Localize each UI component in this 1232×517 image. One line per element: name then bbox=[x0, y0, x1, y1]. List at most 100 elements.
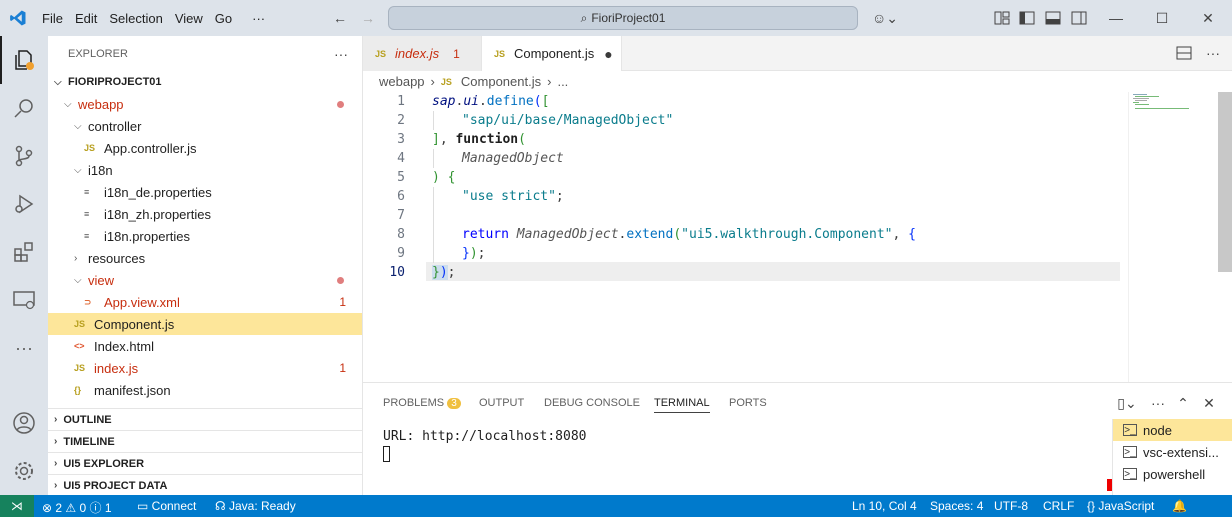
tree-folder[interactable]: ⌵ view bbox=[48, 269, 362, 291]
toggle-secondary-sidebar-icon[interactable] bbox=[1069, 8, 1089, 28]
panel-tab-problems[interactable]: PROBLEMS 3 bbox=[383, 397, 461, 409]
editor-more-icon[interactable]: ··· bbox=[1203, 43, 1223, 63]
tree-file[interactable]: JS Component.js bbox=[48, 313, 362, 335]
accounts-icon[interactable] bbox=[0, 399, 48, 447]
chevron-down-icon: ⌵ bbox=[74, 164, 82, 176]
tab-index-js[interactable]: JS index.js 1 bbox=[363, 36, 482, 71]
remote-indicator-icon[interactable]: ⋊ bbox=[0, 495, 34, 517]
settings-gear-icon[interactable] bbox=[0, 447, 48, 495]
js-file-icon: JS bbox=[494, 48, 506, 59]
code-line-8: return ManagedObject.extend("ui5.walkthr… bbox=[462, 227, 916, 242]
terminal-list: >_ node >_ vsc-extensi... >_ powershell bbox=[1112, 419, 1232, 495]
section-ui5-project-data[interactable]: › UI5 PROJECT DATA bbox=[48, 474, 362, 496]
more-views-icon[interactable]: ··· bbox=[0, 324, 48, 372]
cursor-position[interactable]: Ln 10, Col 4 bbox=[852, 499, 917, 513]
tree-file[interactable]: {} manifest.json bbox=[48, 379, 362, 401]
terminal-cursor[interactable] bbox=[383, 446, 390, 462]
tab-component-js[interactable]: JS Component.js ● bbox=[482, 36, 622, 71]
menu-go[interactable]: Go bbox=[209, 11, 238, 26]
tree-item-label: Component.js bbox=[94, 316, 175, 332]
menu-edit[interactable]: Edit bbox=[69, 11, 103, 26]
terminal-item-powershell[interactable]: >_ powershell bbox=[1113, 463, 1232, 485]
tree-item-label: i18n bbox=[88, 162, 113, 178]
minimap[interactable] bbox=[1128, 92, 1218, 382]
tree-folder[interactable]: › resources bbox=[48, 247, 362, 269]
tree-file[interactable]: ≡ i18n_zh.properties bbox=[48, 203, 362, 225]
breadcrumb-folder[interactable]: webapp bbox=[379, 74, 425, 89]
panel-tab-terminal[interactable]: TERMINAL bbox=[654, 397, 710, 413]
command-center-label: FioriProject01 bbox=[591, 11, 666, 25]
command-center-search[interactable]: ⌕ FioriProject01 bbox=[388, 6, 858, 30]
code-editor[interactable]: 1 2 3 4 5 6 7 8 9 10 sap.ui.define([ "sap/ui/base… bbox=[363, 92, 1232, 382]
unsaved-dot-icon[interactable]: ● bbox=[604, 46, 612, 62]
java-status[interactable]: ☊ Java: Ready bbox=[215, 499, 296, 513]
connect-status[interactable]: ▭ Connect bbox=[137, 499, 196, 513]
explorer-more-icon[interactable]: ··· bbox=[334, 46, 348, 62]
panel-tab-ports[interactable]: PORTS bbox=[729, 397, 767, 409]
tree-file[interactable]: JS index.js 1 bbox=[48, 357, 362, 379]
copilot-icon[interactable]: ☺⌄ bbox=[870, 8, 900, 28]
panel-more-icon[interactable]: ··· bbox=[1148, 393, 1168, 413]
close-window-icon[interactable]: ✕ bbox=[1198, 8, 1218, 28]
language-mode[interactable]: {} JavaScript bbox=[1087, 499, 1154, 513]
menu-selection[interactable]: Selection bbox=[103, 11, 168, 26]
extensions-icon[interactable] bbox=[0, 228, 48, 276]
panel-tab-debug-console[interactable]: DEBUG CONSOLE bbox=[544, 397, 640, 409]
section-ui5-project-data-label: UI5 PROJECT DATA bbox=[63, 479, 168, 492]
tree-file[interactable]: JS App.controller.js bbox=[48, 137, 362, 159]
breadcrumb-file[interactable]: Component.js bbox=[461, 74, 541, 89]
tree-file[interactable]: ≡ i18n_de.properties bbox=[48, 181, 362, 203]
toggle-panel-icon[interactable] bbox=[1043, 8, 1063, 28]
panel-tab-output[interactable]: OUTPUT bbox=[479, 397, 524, 409]
tree-folder[interactable]: ⌵ webapp bbox=[48, 93, 362, 115]
split-editor-icon[interactable] bbox=[1174, 43, 1194, 63]
tab-label: Component.js bbox=[514, 46, 595, 61]
section-ui5-explorer[interactable]: › UI5 EXPLORER bbox=[48, 452, 362, 474]
close-panel-icon[interactable]: ✕ bbox=[1199, 393, 1219, 413]
minimize-icon[interactable]: — bbox=[1106, 8, 1126, 28]
eol-status[interactable]: CRLF bbox=[1043, 499, 1074, 513]
run-debug-icon[interactable] bbox=[0, 180, 48, 228]
explorer-icon[interactable] bbox=[0, 36, 48, 84]
menu-more[interactable]: ··· bbox=[238, 11, 271, 26]
customize-layout-icon[interactable] bbox=[992, 8, 1012, 28]
notifications-bell-icon[interactable]: 🔔 bbox=[1172, 499, 1187, 513]
line-number: 3 bbox=[397, 132, 405, 147]
editor-scrollbar[interactable] bbox=[1218, 92, 1232, 272]
forward-arrow-icon[interactable]: → bbox=[358, 8, 378, 28]
terminal-icon: >_ bbox=[1123, 468, 1137, 480]
indentation-status[interactable]: Spaces: 4 bbox=[930, 499, 983, 513]
maximize-panel-icon[interactable]: ⌃ bbox=[1173, 393, 1193, 413]
js-file-icon: JS bbox=[84, 143, 96, 153]
tree-folder[interactable]: ⌵ i18n bbox=[48, 159, 362, 181]
prop-file-icon: ≡ bbox=[84, 209, 90, 219]
tree-file[interactable]: ⊃ App.view.xml 1 bbox=[48, 291, 362, 313]
section-timeline-label: TIMELINE bbox=[63, 435, 115, 448]
toggle-primary-sidebar-icon[interactable] bbox=[1017, 8, 1037, 28]
breadcrumb-more[interactable]: ... bbox=[557, 74, 568, 89]
problems-status[interactable]: ⊗ 2 ⚠ 0 ⓘ 1 bbox=[42, 499, 112, 516]
tree-file[interactable]: ≡ i18n.properties bbox=[48, 225, 362, 247]
search-icon[interactable] bbox=[0, 84, 48, 132]
tree-item-label: i18n_de.properties bbox=[104, 184, 212, 200]
menu-file[interactable]: File bbox=[36, 11, 69, 26]
tree-file[interactable]: <> Index.html bbox=[48, 335, 362, 357]
terminal-item-vsc-extension[interactable]: >_ vsc-extensi... bbox=[1113, 441, 1232, 463]
menu-view[interactable]: View bbox=[169, 11, 209, 26]
error-count-badge: 1 bbox=[339, 361, 346, 375]
project-root[interactable]: ⌵ FIORIPROJECT01 bbox=[48, 71, 362, 93]
chevron-down-icon: ⌵ bbox=[54, 76, 62, 88]
chevron-down-icon: ⌵ bbox=[74, 120, 82, 132]
section-outline[interactable]: › OUTLINE bbox=[48, 408, 362, 430]
terminal-item-node[interactable]: >_ node bbox=[1113, 419, 1232, 441]
encoding-status[interactable]: UTF-8 bbox=[994, 499, 1028, 513]
error-count-badge: 1 bbox=[339, 295, 346, 309]
bottom-panel: PROBLEMS 3 OUTPUT DEBUG CONSOLE TERMINAL… bbox=[363, 382, 1232, 495]
section-timeline[interactable]: › TIMELINE bbox=[48, 430, 362, 452]
back-arrow-icon[interactable]: ← bbox=[330, 8, 350, 28]
remote-explorer-icon[interactable] bbox=[0, 276, 48, 324]
tree-folder[interactable]: ⌵ controller bbox=[48, 115, 362, 137]
terminal-split-icon[interactable]: ▯⌄ bbox=[1113, 393, 1141, 413]
source-control-icon[interactable] bbox=[0, 132, 48, 180]
maximize-icon[interactable]: ☐ bbox=[1152, 8, 1172, 28]
